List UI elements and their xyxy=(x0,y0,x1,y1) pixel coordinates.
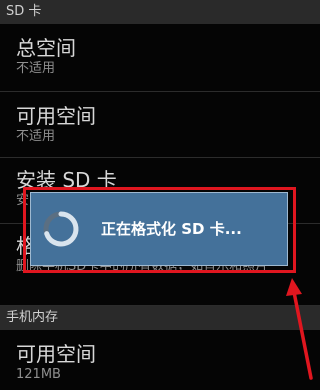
phone-available-space-label: 可用空间 xyxy=(16,342,96,366)
total-space-item[interactable]: 总空间 不适用 xyxy=(0,24,320,92)
total-space-value: 不适用 xyxy=(16,61,56,76)
phone-storage-section-header: 手机内存 xyxy=(0,306,320,330)
phone-available-space-value: 121MB xyxy=(16,367,61,382)
available-space-value: 不适用 xyxy=(16,129,56,144)
available-space-label: 可用空间 xyxy=(16,104,96,128)
available-space-item[interactable]: 可用空间 不适用 xyxy=(0,92,320,158)
phone-available-space-item[interactable]: 可用空间 121MB xyxy=(0,330,320,390)
sd-card-section-header: SD 卡 xyxy=(0,0,320,24)
total-space-label: 总空间 xyxy=(16,36,76,60)
highlight-box xyxy=(23,187,296,273)
